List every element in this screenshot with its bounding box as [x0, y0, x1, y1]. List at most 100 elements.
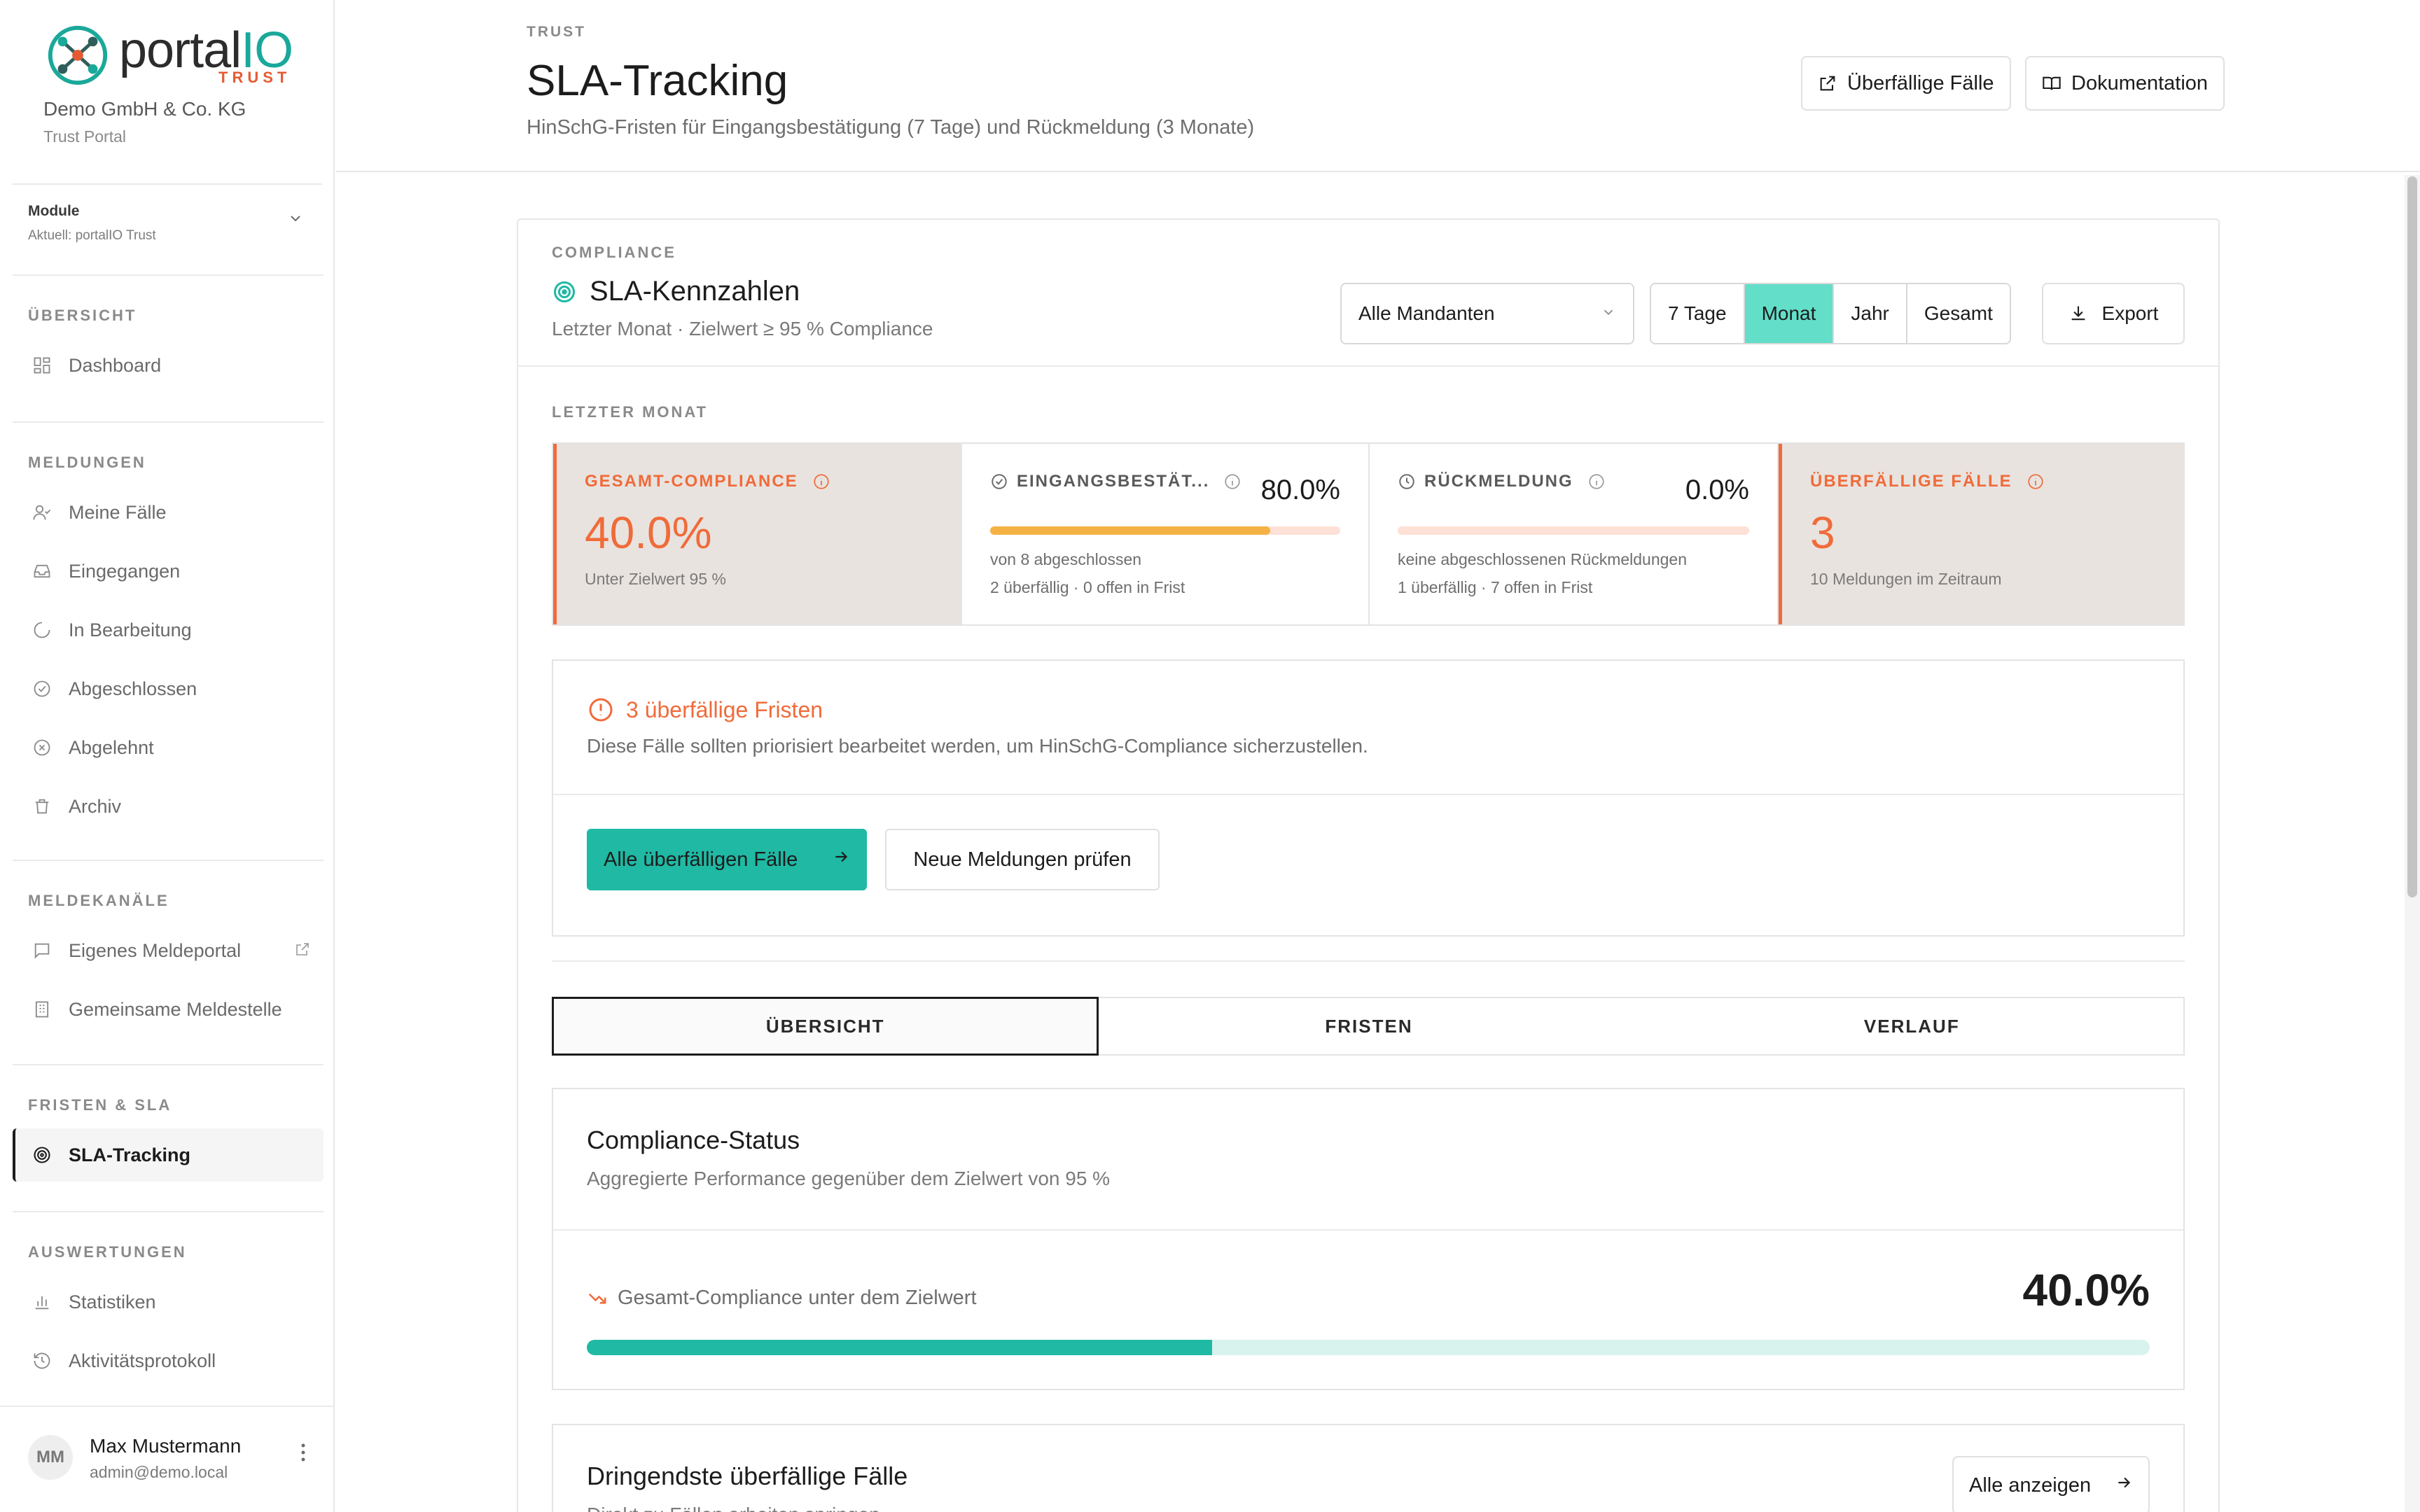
user-check-icon	[31, 501, 53, 524]
tab-uebersicht[interactable]: ÜBERSICHT	[552, 997, 1099, 1056]
divider	[553, 794, 2183, 795]
sidebar-item-in-bearbeitung[interactable]: In Bearbeitung	[13, 603, 324, 657]
sidebar-item-sla-tracking[interactable]: SLA-Tracking	[13, 1128, 324, 1182]
user-email: admin@demo.local	[90, 1463, 228, 1481]
divider	[13, 274, 324, 276]
alert-circle-icon	[587, 696, 615, 724]
scrollbar-thumb[interactable]	[2407, 176, 2417, 897]
info-icon[interactable]	[1223, 472, 1242, 491]
section-fristen-sla: FRISTEN & SLA	[28, 1096, 172, 1114]
period-jahr[interactable]: Jahr	[1834, 284, 1907, 343]
more-vertical-icon[interactable]	[300, 1442, 307, 1469]
building-icon	[31, 998, 53, 1021]
sidebar-item-label: Dashboard	[69, 354, 162, 376]
check-circle-icon	[990, 472, 1008, 491]
info-icon[interactable]	[2026, 472, 2045, 491]
divider	[13, 1211, 324, 1212]
review-new-reports-button[interactable]: Neue Meldungen prüfen	[885, 829, 1160, 890]
inbox-icon	[31, 560, 53, 582]
overdue-cases-button[interactable]: Überfällige Fälle	[1801, 56, 2011, 111]
page-title: SLA-Tracking	[527, 57, 788, 105]
sidebar-item-abgeschlossen[interactable]: Abgeschlossen	[13, 662, 324, 715]
tenant-select[interactable]: Alle Mandanten	[1340, 283, 1634, 344]
sidebar-item-meine-faelle[interactable]: Meine Fälle	[13, 486, 324, 539]
kpi-label: ÜBERFÄLLIGE FÄLLE	[1810, 472, 2045, 491]
kpi-progress-bar	[990, 526, 1340, 535]
sidebar-item-abgelehnt[interactable]: Abgelehnt	[13, 721, 324, 774]
sidebar-item-eingegangen[interactable]: Eingegangen	[13, 545, 324, 598]
logo-icon	[48, 25, 108, 85]
all-overdue-cases-button[interactable]: Alle überfälligen Fälle	[587, 829, 867, 890]
kpi-value: 40.0%	[585, 507, 712, 558]
user-name: Max Mustermann	[90, 1435, 242, 1457]
card-subtitle: Letzter Monat · Zielwert ≥ 95 % Complian…	[552, 318, 933, 340]
info-icon[interactable]	[812, 472, 830, 491]
sla-card: COMPLIANCE SLA-Kennzahlen Letzter Monat …	[517, 218, 2220, 1512]
compliance-value: 40.0%	[2022, 1265, 2150, 1315]
module-current: Aktuell: portalIO Trust	[28, 228, 156, 243]
clock-icon	[1398, 472, 1416, 491]
panel-subtitle: Aggregierte Performance gegenüber dem Zi…	[587, 1168, 1111, 1189]
divider	[13, 1064, 324, 1065]
section-uebersicht: ÜBERSICHT	[28, 307, 137, 324]
period-monat[interactable]: Monat	[1744, 284, 1835, 343]
sidebar-item-dashboard[interactable]: Dashboard	[13, 339, 324, 392]
divider	[13, 421, 324, 423]
sidebar-item-label: In Bearbeitung	[69, 619, 192, 640]
sidebar-item-label: Archiv	[69, 795, 122, 817]
sidebar-item-aktivitaetsprotokoll[interactable]: Aktivitätsprotokoll	[13, 1334, 324, 1387]
card-title: SLA-Kennzahlen	[552, 276, 800, 307]
avatar: MM	[28, 1435, 73, 1480]
export-label: Export	[2101, 302, 2159, 324]
documentation-button[interactable]: Dokumentation	[2025, 56, 2225, 111]
brand-logo[interactable]: portalIO TRUST	[43, 20, 310, 90]
sidebar-item-archiv[interactable]: Archiv	[13, 780, 324, 833]
info-icon[interactable]	[1587, 472, 1606, 491]
sidebar-item-label: Abgeschlossen	[69, 678, 197, 699]
alert-title: 3 überfällige Fristen	[587, 696, 823, 724]
period-7-tage[interactable]: 7 Tage	[1651, 284, 1745, 343]
user-menu[interactable]: MM Max Mustermann admin@demo.local	[0, 1406, 335, 1512]
kpi-note: 10 Meldungen im Zeitraum	[1810, 570, 2002, 588]
export-button[interactable]: Export	[2042, 283, 2185, 344]
divider	[518, 365, 2218, 367]
external-link-icon	[1818, 74, 1837, 93]
sidebar-item-gemeinsame-meldestelle[interactable]: Gemeinsame Meldestelle	[13, 983, 324, 1036]
urgent-overdue-panel: Dringendste überfällige Fälle Direkt zu …	[552, 1424, 2185, 1512]
period-segmented-control: 7 Tage Monat Jahr Gesamt	[1650, 283, 2011, 344]
chevron-down-icon	[1601, 302, 1616, 325]
module-switcher[interactable]: Module Aktuell: portalIO Trust	[13, 183, 322, 260]
overdue-cases-label: Überfällige Fälle	[1847, 71, 1994, 94]
section-auswertungen: AUSWERTUNGEN	[28, 1243, 187, 1261]
grid-icon	[31, 354, 53, 377]
kpi-label: RÜCKMELDUNG	[1398, 472, 1606, 491]
tab-verlauf[interactable]: VERLAUF	[1641, 998, 2183, 1054]
sidebar-item-label: Gemeinsame Meldestelle	[69, 998, 282, 1020]
card-title-text: SLA-Kennzahlen	[590, 276, 800, 307]
sidebar-item-label: Eigenes Meldeportal	[69, 939, 242, 961]
kpi-detail: keine abgeschlossenen Rückmeldungen	[1398, 550, 1688, 568]
all-overdue-label: Alle überfälligen Fälle	[604, 848, 798, 871]
target-icon	[552, 279, 577, 304]
module-label: Module	[28, 203, 80, 219]
page-subtitle: HinSchG-Fristen für Eingangsbestätigung …	[527, 116, 1255, 139]
kpi-value: 3	[1810, 507, 1835, 558]
section-meldungen: MELDUNGEN	[28, 454, 146, 471]
panel-title: Compliance-Status	[587, 1126, 800, 1154]
tenant-select-value: Alle Mandanten	[1358, 302, 1495, 324]
sidebar-item-statistiken[interactable]: Statistiken	[13, 1275, 324, 1329]
scrollbar[interactable]	[2405, 175, 2420, 1512]
alert-text: Diese Fälle sollten priorisiert bearbeit…	[587, 735, 1368, 757]
overdue-alert: 3 überfällige Fristen Diese Fälle sollte…	[552, 659, 2185, 937]
kpi-detail: 1 überfällig · 7 offen in Frist	[1398, 578, 1593, 596]
download-icon	[2068, 304, 2088, 323]
tab-bar: ÜBERSICHT FRISTEN VERLAUF	[552, 997, 2185, 1056]
period-gesamt[interactable]: Gesamt	[1907, 284, 2010, 343]
show-all-label: Alle anzeigen	[1969, 1474, 2092, 1497]
show-all-button[interactable]: Alle anzeigen	[1952, 1456, 2150, 1512]
sidebar-item-eigenes-meldeportal[interactable]: Eigenes Meldeportal	[13, 924, 324, 977]
external-link-icon	[294, 941, 311, 961]
card-eyebrow: COMPLIANCE	[552, 244, 676, 261]
tab-fristen[interactable]: FRISTEN	[1097, 998, 1640, 1054]
page-header: TRUST SLA-Tracking HinSchG-Fristen für E…	[336, 0, 2420, 172]
